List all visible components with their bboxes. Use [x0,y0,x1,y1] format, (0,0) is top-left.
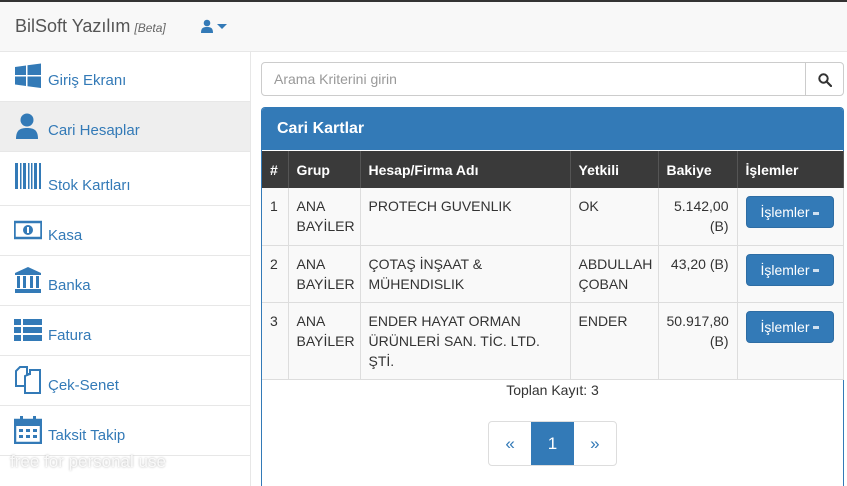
copy-icon [15,366,41,394]
sidebar-item-cek-senet[interactable]: Çek-Senet [0,356,250,406]
chevron-down-icon [812,211,819,215]
cell-actions: İşlemler [737,188,844,246]
cell-actions: İşlemler [737,245,844,303]
cell-group: ANA BAYİLER [288,302,361,380]
search-icon [818,73,832,87]
column-header-no[interactable]: # [262,151,289,188]
sidebar: Giriş Ekranı Cari Hesaplar Stok Kartları… [0,52,251,486]
cell-no: 2 [262,245,289,303]
cell-balance: 5.142,00 (B) [658,188,738,246]
top-navbar: BilSoft Yazılım [Beta] [0,0,847,52]
sidebar-item-kasa[interactable]: Kasa [0,206,250,256]
cell-group: ANA BAYİLER [288,245,361,303]
sidebar-item-label: Stok Kartları [48,177,131,194]
cell-contact: ENDER [570,302,659,380]
cell-name: ENDER HAYAT ORMAN ÜRÜNLERİ SAN. TİC. LTD… [360,302,571,380]
sidebar-item-label: Fatura [48,327,92,344]
table-row: 2 ANA BAYİLER ÇOTAŞ İNŞAAT & MÜHENDISLIK… [262,245,844,303]
cell-group: ANA BAYİLER [288,188,361,246]
brand-name: BilSoft Yazılım [15,16,131,36]
sidebar-item-giris-ekrani[interactable]: Giriş Ekranı [0,52,250,102]
column-header-balance[interactable]: Bakiye [658,151,738,188]
cell-no: 3 [262,302,289,380]
list-icon [14,319,42,341]
actions-button-label: İşlemler [760,204,810,220]
chevron-down-icon [217,24,227,29]
cell-balance: 43,20 (B) [658,245,738,303]
barcode-icon [15,163,41,189]
panel-heading: Cari Kartlar [262,108,843,150]
accounts-table: # Grup Hesap/Firma Adı Yetkili Bakiye İş… [262,151,844,380]
chevron-down-icon [812,269,819,273]
actions-button-label: İşlemler [760,318,810,335]
cell-name: ÇOTAŞ İNŞAAT & MÜHENDISLIK [360,245,571,303]
cell-balance: 50.917,80 (B) [658,302,738,380]
sidebar-item-taksit-takip[interactable]: Taksit Takip [0,406,250,456]
table-header-row: # Grup Hesap/Firma Adı Yetkili Bakiye İş… [262,151,844,188]
sidebar-item-label: Çek-Senet [48,377,119,394]
sidebar-item-label: Giriş Ekranı [48,72,127,89]
sidebar-item-banka[interactable]: Banka [0,256,250,306]
user-menu-dropdown[interactable] [200,18,230,36]
sidebar-item-label: Kasa [48,227,83,244]
brand[interactable]: BilSoft Yazılım [Beta] [15,16,166,37]
cell-no: 1 [262,188,289,246]
bank-icon [15,267,41,293]
cell-name: PROTECH GUVENLIK [360,188,571,246]
table-row: 3 ANA BAYİLER ENDER HAYAT ORMAN ÜRÜNLERİ… [262,302,844,380]
pagination-page-current[interactable]: 1 [531,422,574,465]
panel-title: Cari Kartlar [277,120,365,137]
user-icon [16,113,38,139]
table-row: 1 ANA BAYİLER PROTECH GUVENLIK OK 5.142,… [262,188,844,246]
chevron-down-icon [812,326,819,330]
sidebar-item-label: Taksit Takip [48,427,126,444]
sidebar-item-label: Cari Hesaplar [48,122,140,139]
column-header-group[interactable]: Grup [288,151,361,188]
beta-badge: [Beta] [134,21,166,35]
sidebar-item-stok-kartlari[interactable]: Stok Kartları [0,152,250,206]
actions-button-label: İşlemler [760,261,810,278]
sidebar-item-label: Banka [48,277,91,294]
total-records: Toplan Kayıt: 3 [506,382,599,398]
actions-button[interactable]: İşlemler [745,253,834,286]
cell-contact: OK [570,188,659,246]
column-header-actions: İşlemler [737,151,844,188]
money-icon [14,220,42,240]
pagination: « 1 » [488,421,617,466]
cell-actions: İşlemler [737,302,844,380]
column-header-contact[interactable]: Yetkili [570,151,659,188]
windows-icon [15,63,41,88]
actions-button[interactable]: İşlemler [745,310,834,343]
search-button[interactable] [805,62,844,96]
pagination-next[interactable]: » [574,422,616,465]
sidebar-item-cari-hesaplar[interactable]: Cari Hesaplar [0,102,250,152]
sidebar-item-fatura[interactable]: Fatura [0,306,250,356]
search-input[interactable] [261,62,806,96]
actions-button[interactable]: İşlemler [745,196,834,228]
cari-kartlar-panel: Cari Kartlar # Grup Hesap/Firma Adı Yetk… [261,107,844,486]
navbar-top-border [0,0,847,2]
pagination-prev[interactable]: « [489,422,531,465]
watermark: free for personal use [10,452,166,471]
user-icon [201,19,213,33]
cell-contact: ABDULLAH ÇOBAN [570,245,659,303]
column-header-name[interactable]: Hesap/Firma Adı [360,151,571,188]
calendar-icon [14,416,42,444]
